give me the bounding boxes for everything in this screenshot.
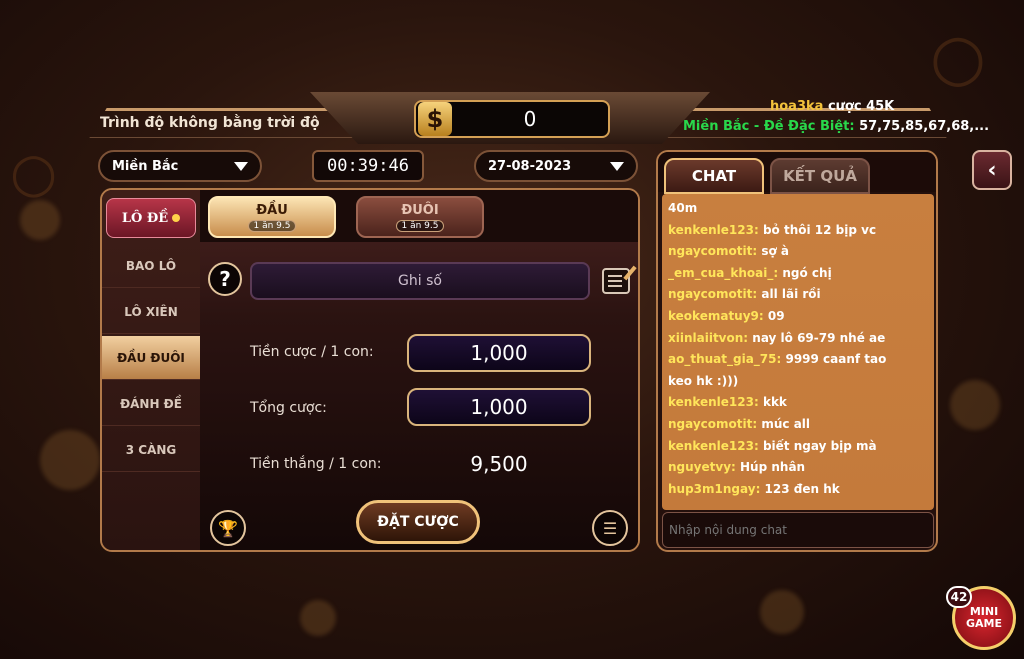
dollar-icon: $ bbox=[418, 102, 452, 136]
chevron-down-icon bbox=[610, 161, 624, 171]
result-ticker: Miền Bắc - Đề Đặc Biệt: 57,75,85,67,68,.… bbox=[683, 119, 989, 134]
bet-history-icon[interactable]: ☰ bbox=[592, 510, 628, 546]
total-bet-value: 1,000 bbox=[407, 388, 591, 426]
stake-input[interactable]: 1,000 bbox=[407, 334, 591, 372]
chat-tabs: CHAT KẾT QUẢ bbox=[658, 152, 936, 194]
result-label: Miền Bắc - Đề Đặc Biệt: bbox=[683, 119, 855, 134]
logo-text: LÔ ĐỀ bbox=[121, 210, 169, 226]
chat-message: xiinlaiitvon: nay lô 69-79 nhé ae bbox=[668, 330, 886, 345]
sidebar-item-lo-xien[interactable]: LÔ XIÊN bbox=[102, 290, 200, 334]
trophy-icon[interactable]: 🏆 bbox=[210, 510, 246, 546]
tab-label: ĐUÔI bbox=[401, 202, 439, 218]
chat-input[interactable] bbox=[662, 512, 934, 548]
game-sidebar: LÔ ĐỀ BAO LÔ LÔ XIÊN ĐẦU ĐUÔI ĐÁNH ĐỀ 3 … bbox=[102, 190, 200, 550]
win-value: 9,500 bbox=[470, 452, 528, 476]
chat-message: kenkenle123: biết ngay bịp mà bbox=[668, 438, 877, 453]
payout-rate: 1 ăn 9.5 bbox=[395, 219, 445, 232]
back-arrow-icon[interactable]: ‹ bbox=[972, 150, 1012, 190]
sidebar-item-bao-lo[interactable]: BAO LÔ bbox=[102, 244, 200, 288]
tab-label: ĐẦU bbox=[256, 202, 288, 218]
date-value: 27-08-2023 bbox=[488, 158, 572, 174]
bokeh-light bbox=[760, 590, 804, 634]
ticker-user: hoa3ka bbox=[770, 99, 824, 114]
balance-display: $ 0 bbox=[414, 100, 610, 138]
number-input[interactable]: Ghi số bbox=[250, 262, 590, 300]
lottery-ball-icon bbox=[172, 214, 181, 222]
bet-type-tabs: ĐẦU 1 ăn 9.5 ĐUÔI 1 ăn 9.5 bbox=[200, 190, 638, 242]
chevron-down-icon bbox=[234, 161, 248, 171]
edit-note-icon[interactable] bbox=[602, 268, 630, 294]
chat-panel: CHAT KẾT QUẢ 40m kenkenle123: bỏ thôi 12… bbox=[656, 150, 938, 552]
sidebar-item-dau-duoi[interactable]: ĐẦU ĐUÔI bbox=[102, 336, 200, 380]
help-button[interactable]: ? bbox=[208, 262, 242, 296]
mini-game-badge: 42 bbox=[946, 586, 972, 608]
betting-content: ĐẦU 1 ăn 9.5 ĐUÔI 1 ăn 9.5 ? Ghi số Tiền… bbox=[200, 190, 638, 550]
chat-messages[interactable]: 40m kenkenle123: bỏ thôi 12 bịp vc ngayc… bbox=[662, 194, 934, 510]
total-label: Tổng cược: bbox=[250, 400, 327, 416]
tab-dau[interactable]: ĐẦU 1 ăn 9.5 bbox=[208, 196, 336, 238]
chat-message: kenkenle123: kkk bbox=[668, 395, 787, 410]
chat-message: _em_cua_khoai_: ngó chị bbox=[668, 265, 832, 280]
bokeh-light bbox=[20, 200, 60, 240]
bokeh-light bbox=[300, 600, 336, 636]
balance-value: 0 bbox=[523, 107, 537, 131]
date-select[interactable]: 27-08-2023 bbox=[474, 150, 638, 182]
sidebar-item-danh-de[interactable]: ĐÁNH ĐỀ bbox=[102, 382, 200, 426]
countdown-timer: 00:39:46 bbox=[312, 150, 424, 182]
decorative-lottery-ball: ○ bbox=[10, 140, 58, 204]
bokeh-light bbox=[950, 380, 1000, 430]
tab-ket-qua[interactable]: KẾT QUẢ bbox=[770, 158, 870, 194]
tab-chat[interactable]: CHAT bbox=[664, 158, 764, 194]
chat-message: ngaycomotit: all lãi rồi bbox=[668, 287, 821, 302]
chat-message: ngaycomotit: múc all bbox=[668, 416, 811, 431]
region-select[interactable]: Miền Bắc bbox=[98, 150, 262, 182]
decorative-lottery-ball: ○ bbox=[930, 20, 986, 95]
payout-rate: 1 ăn 9.5 bbox=[247, 219, 297, 232]
chat-message: ngaycomotit: sợ à bbox=[668, 244, 790, 259]
chat-message: ao_thuat_gia_75: 9999 caanf tao bbox=[668, 352, 887, 367]
ticker-action: cược bbox=[823, 99, 867, 114]
place-bet-button[interactable]: ĐẶT CƯỢC bbox=[356, 500, 480, 544]
sidebar-item-3-cang[interactable]: 3 CÀNG bbox=[102, 428, 200, 472]
region-value: Miền Bắc bbox=[112, 158, 179, 174]
chat-message: keo hk :))) bbox=[668, 373, 739, 388]
win-label: Tiền thắng / 1 con: bbox=[250, 456, 382, 472]
chat-message: nguyetvy: Húp nhân bbox=[668, 460, 806, 475]
stake-label: Tiền cược / 1 con: bbox=[250, 344, 374, 360]
chat-message: kenkenle123: bỏ thôi 12 bịp vc bbox=[668, 222, 877, 237]
chat-message: keokematuy9: 09 bbox=[668, 308, 785, 323]
slogan: Trình độ không bằng trời độ bbox=[100, 115, 320, 131]
bokeh-light bbox=[40, 430, 100, 490]
result-numbers: 57,75,85,67,68,... bbox=[854, 119, 990, 134]
chat-message: 40m bbox=[668, 201, 698, 215]
lo-de-logo: LÔ ĐỀ bbox=[106, 198, 196, 238]
mini-game-label-2: GAME bbox=[965, 617, 1002, 630]
tab-duoi[interactable]: ĐUÔI 1 ăn 9.5 bbox=[356, 196, 484, 238]
chat-message: hup3m1ngay: 123 đen hk bbox=[668, 481, 840, 496]
bet-ticker: hoa3ka cược 45K bbox=[770, 99, 894, 114]
betting-panel: LÔ ĐỀ BAO LÔ LÔ XIÊN ĐẦU ĐUÔI ĐÁNH ĐỀ 3 … bbox=[100, 188, 640, 552]
ticker-amount: 45K bbox=[866, 99, 895, 114]
